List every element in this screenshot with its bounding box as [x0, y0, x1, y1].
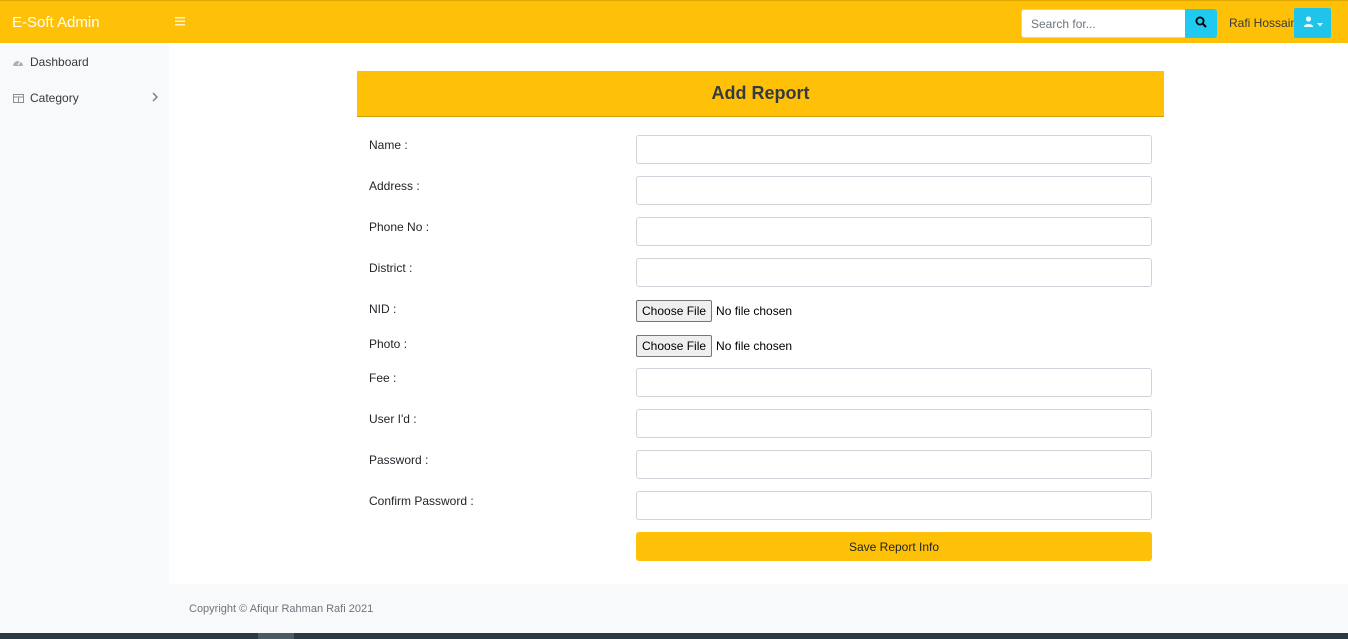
user-id-input[interactable]: [636, 409, 1152, 438]
photo-file-status: No file chosen: [716, 339, 793, 353]
footer: Copyright © Afiqur Rahman Rafi 2021: [169, 584, 1348, 633]
address-input[interactable]: [636, 176, 1152, 205]
chevron-right-icon: [152, 91, 158, 105]
save-report-button[interactable]: Save Report Info: [636, 532, 1152, 561]
confirm-password-label: Confirm Password :: [369, 494, 474, 508]
password-label: Password :: [369, 453, 429, 467]
search-group: [1021, 9, 1217, 38]
caret-down-icon: [1316, 14, 1323, 32]
search-button[interactable]: [1185, 9, 1217, 38]
password-input[interactable]: [636, 450, 1152, 479]
taskbar-strip: [0, 633, 1348, 639]
scrollbar-thumb[interactable]: [258, 633, 294, 639]
sidebar-item-dashboard[interactable]: Dashboard: [12, 52, 162, 72]
copyright-text: Copyright © Afiqur Rahman Rafi 2021: [189, 603, 374, 615]
user-dropdown-button[interactable]: [1294, 8, 1331, 38]
sidebar-item-category[interactable]: Category: [12, 88, 162, 108]
user-id-label: User I'd :: [369, 412, 417, 426]
nid-label: NID :: [369, 302, 397, 316]
user-name: Rafi Hossain: [1229, 16, 1298, 30]
sidebar-item-label: Category: [30, 91, 79, 105]
district-input[interactable]: [636, 258, 1152, 287]
page-title: Add Report: [711, 83, 810, 103]
phone-label: Phone No :: [369, 220, 430, 234]
photo-choose-file-button[interactable]: Choose File: [636, 335, 713, 357]
top-navbar: E-Soft Admin Rafi Hossain: [0, 0, 1348, 43]
table-icon: [12, 92, 24, 104]
sidebar-item-label: Dashboard: [30, 55, 89, 69]
fee-input[interactable]: [636, 368, 1152, 397]
hamburger-icon[interactable]: [175, 13, 187, 31]
sidebar: Dashboard Category: [0, 43, 169, 633]
nid-file-input: Choose File No file chosen: [636, 300, 792, 322]
dashboard-icon: [12, 56, 24, 68]
address-label: Address :: [369, 179, 420, 193]
nid-file-status: No file chosen: [716, 304, 793, 318]
name-label: Name :: [369, 138, 408, 152]
user-icon: [1303, 14, 1314, 32]
brand-title[interactable]: E-Soft Admin: [12, 14, 100, 31]
confirm-password-input[interactable]: [636, 491, 1152, 520]
phone-input[interactable]: [636, 217, 1152, 246]
form-header: Add Report: [357, 71, 1164, 117]
photo-file-input: Choose File No file chosen: [636, 335, 792, 357]
nid-choose-file-button[interactable]: Choose File: [636, 300, 713, 322]
name-input[interactable]: [636, 135, 1152, 164]
search-input[interactable]: [1021, 9, 1185, 38]
search-icon: [1195, 16, 1207, 31]
fee-label: Fee :: [369, 371, 397, 385]
district-label: District :: [369, 261, 413, 275]
photo-label: Photo :: [369, 337, 408, 351]
